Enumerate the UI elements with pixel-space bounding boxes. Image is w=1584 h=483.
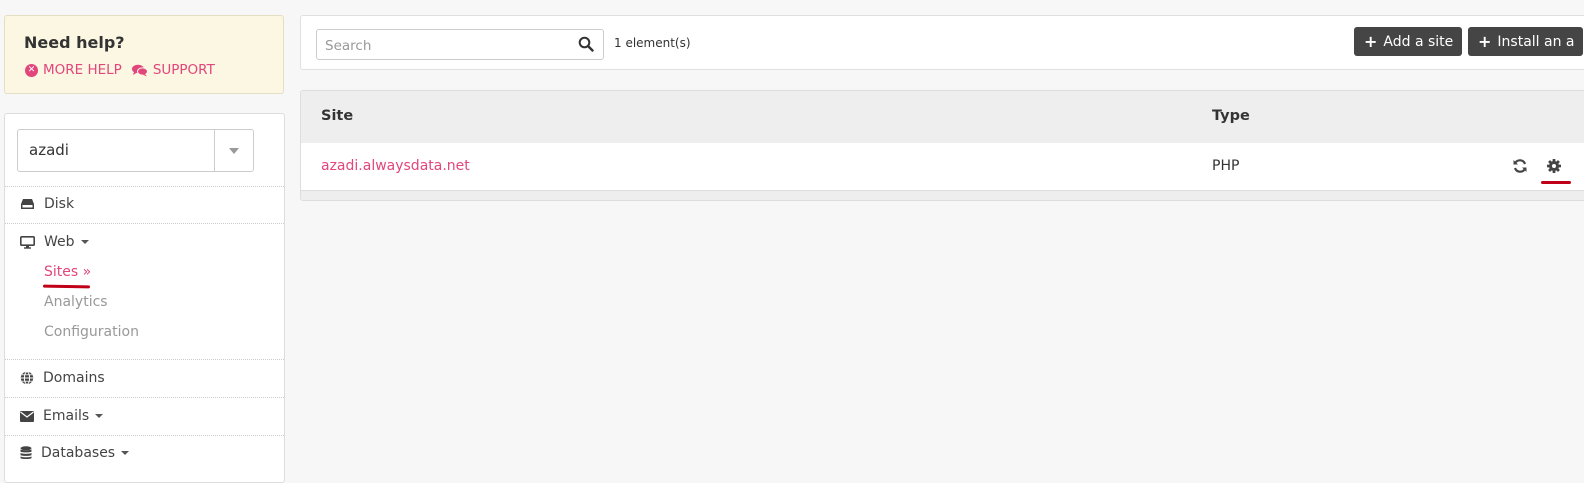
toolbar: 1 element(s) + Add a site + Install an a: [300, 15, 1584, 70]
add-site-button[interactable]: + Add a site: [1354, 27, 1463, 56]
site-link[interactable]: azadi.alwaysdata.net: [321, 158, 470, 174]
sites-table: Site Type azadi.alwaysdata.net PHP: [300, 90, 1584, 201]
sidebar-item-domains[interactable]: Domains: [20, 370, 105, 386]
sidebar-item-label: Web: [44, 234, 89, 250]
help-title: Need help?: [24, 33, 125, 52]
table-header: Site Type: [301, 91, 1584, 144]
sidebar-subitem-configuration[interactable]: Configuration: [44, 324, 139, 340]
chevron-down-icon[interactable]: [229, 148, 239, 154]
column-header-site[interactable]: Site: [321, 108, 353, 124]
nav-divider: [5, 186, 284, 187]
sidebar-subitem-sites[interactable]: Sites »: [44, 264, 91, 280]
nav-divider: [5, 397, 284, 398]
column-header-type[interactable]: Type: [1212, 108, 1250, 124]
table-row: azadi.alwaysdata.net PHP: [301, 143, 1584, 191]
caret-down-icon: [95, 414, 104, 418]
table-footer: [301, 191, 1584, 200]
help-links: ✕ MORE HELP SUPPORT: [25, 62, 215, 78]
caret-down-icon: [121, 451, 130, 455]
sidebar-item-label: Disk: [44, 196, 75, 212]
lifebuoy-icon: ✕: [25, 63, 38, 77]
globe-icon: [20, 371, 34, 385]
caret-down-icon: [80, 240, 89, 244]
site-type: PHP: [1212, 158, 1240, 174]
databases-label: Databases: [41, 445, 116, 461]
sidebar-item-web[interactable]: Web: [20, 234, 89, 250]
sidebar: azadi Disk Web Sites » Analytics Configu…: [4, 113, 285, 483]
emails-label: Emails: [43, 408, 90, 424]
hdd-icon: [21, 199, 34, 209]
sidebar-item-label: Domains: [43, 370, 105, 386]
select-divider: [214, 130, 215, 171]
more-help-label: MORE HELP: [43, 62, 122, 78]
refresh-icon[interactable]: [1512, 158, 1528, 174]
more-help-link[interactable]: ✕ MORE HELP: [25, 62, 122, 78]
element-count: 1 element(s): [614, 36, 691, 50]
support-link[interactable]: SUPPORT: [131, 62, 215, 78]
sidebar-item-disk[interactable]: Disk: [20, 196, 74, 212]
sidebar-item-emails[interactable]: Emails: [20, 408, 104, 424]
sidebar-item-label: Emails: [43, 408, 104, 424]
annotation-underline: [1541, 181, 1571, 184]
help-box: Need help? ✕ MORE HELP SUPPORT: [4, 15, 284, 94]
install-app-button[interactable]: + Install an a: [1468, 27, 1584, 56]
nav-divider: [5, 223, 284, 224]
database-icon: [20, 446, 32, 460]
nav-divider: [5, 435, 284, 436]
plus-icon: +: [1478, 31, 1492, 51]
search-input[interactable]: [323, 34, 567, 58]
sidebar-item-label: Databases: [41, 445, 130, 461]
comments-icon: [131, 64, 148, 76]
envelope-icon: [20, 410, 34, 422]
sidebar-item-databases[interactable]: Databases: [20, 445, 130, 461]
account-select-value: azadi: [29, 141, 69, 159]
plus-icon: +: [1364, 31, 1378, 51]
add-site-label: Add a site: [1383, 33, 1454, 50]
web-label: Web: [44, 234, 75, 250]
nav-divider: [5, 359, 284, 360]
search-box: [316, 29, 604, 60]
sidebar-subitem-analytics[interactable]: Analytics: [44, 294, 108, 310]
desktop-icon: [20, 235, 35, 249]
support-label: SUPPORT: [152, 62, 215, 78]
install-app-label: Install an a: [1497, 33, 1575, 50]
gear-icon[interactable]: [1546, 158, 1562, 174]
search-icon[interactable]: [578, 36, 594, 52]
annotation-underline: [42, 284, 91, 289]
account-select[interactable]: azadi: [17, 129, 254, 172]
